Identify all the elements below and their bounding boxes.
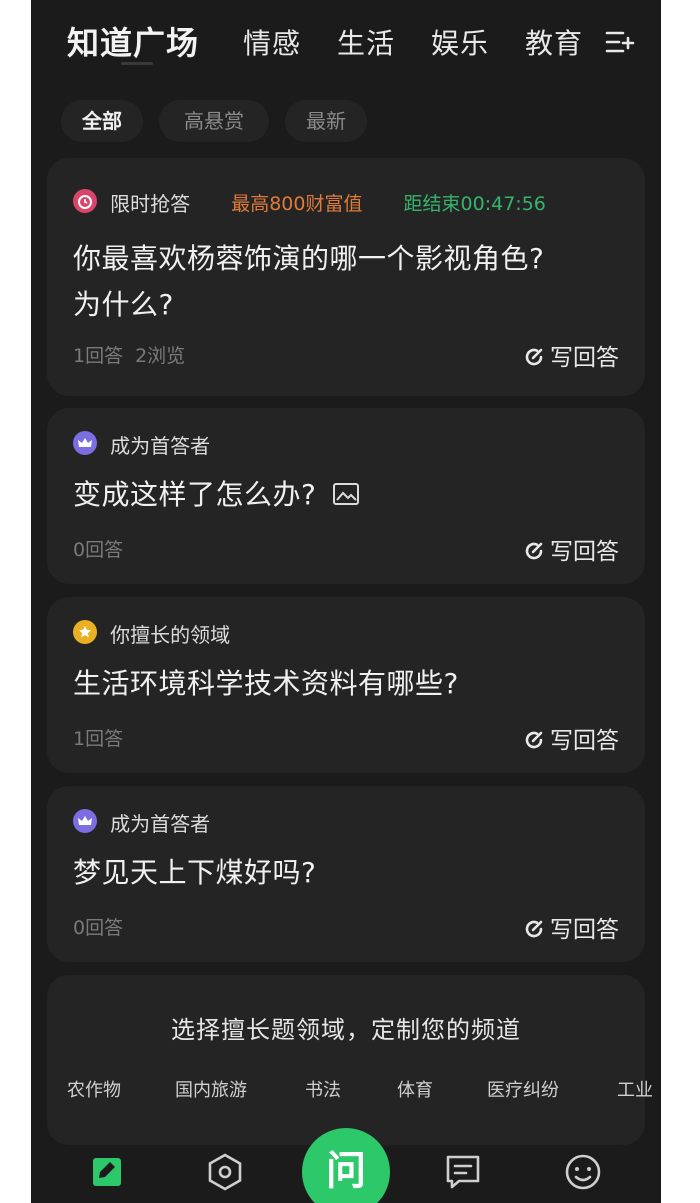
nav-profile-icon[interactable] — [561, 1150, 605, 1194]
write-answer-label: 写回答 — [550, 728, 619, 754]
tab-education[interactable]: 教育 — [525, 22, 583, 62]
write-answer-label: 写回答 — [550, 539, 619, 565]
filter-all[interactable]: 全部 — [61, 100, 143, 142]
domain-chip[interactable]: 农作物 — [67, 1076, 121, 1102]
view-count: 2浏览 — [135, 345, 186, 367]
star-icon — [73, 619, 97, 644]
tab-zhidao-square[interactable]: 知道广场 — [67, 18, 199, 64]
question-tag-row: 成为首答者 — [73, 808, 210, 838]
question-title-text: 变成这样了怎么办? — [73, 478, 317, 511]
edit-icon — [525, 731, 543, 748]
domain-chip[interactable]: 书法 — [305, 1076, 341, 1102]
question-card[interactable]: 成为首答者 变成这样了怎么办? 0回答 写回答 — [47, 408, 645, 584]
question-card[interactable]: 你擅长的领域 生活环境科学技术资料有哪些? 1回答 写回答 — [47, 597, 645, 773]
question-meta: 1回答 2浏览 — [73, 341, 185, 368]
domain-select-card: 选择擅长题领域，定制您的频道 农作物 国内旅游 书法 体育 医疗纠纷 工业 — [47, 975, 653, 1145]
question-meta: 0回答 — [73, 913, 123, 940]
crown-icon — [73, 808, 97, 833]
edit-icon — [525, 542, 543, 559]
countdown-label: 距结束00:47:56 — [403, 193, 546, 215]
write-answer-label: 写回答 — [550, 917, 619, 943]
question-meta: 0回答 — [73, 535, 123, 562]
answer-count: 1回答 — [73, 728, 124, 750]
nav-messages-icon[interactable] — [441, 1150, 485, 1194]
filter-latest[interactable]: 最新 — [285, 100, 367, 142]
write-answer-button[interactable]: 写回答 — [522, 338, 619, 372]
tab-entertainment[interactable]: 娱乐 — [431, 22, 489, 62]
question-tag: 成为首答者 — [110, 434, 211, 458]
write-answer-label: 写回答 — [550, 345, 619, 371]
answer-count: 0回答 — [73, 917, 124, 939]
domain-chip[interactable]: 工业 — [617, 1076, 653, 1102]
question-tag: 限时抢答 — [110, 192, 191, 216]
write-answer-button[interactable]: 写回答 — [522, 910, 619, 944]
question-title-line: 你最喜欢杨蓉饰演的哪一个影视角色? — [73, 242, 545, 275]
domain-prompt: 选择擅长题领域，定制您的频道 — [171, 1016, 521, 1044]
question-tag: 你擅长的领域 — [110, 623, 231, 647]
write-answer-button[interactable]: 写回答 — [522, 532, 619, 566]
active-tab-indicator — [121, 62, 153, 65]
question-card[interactable]: 限时抢答 最高800财富值 距结束00:47:56 你最喜欢杨蓉饰演的哪一个影视… — [47, 158, 645, 396]
edit-icon — [525, 348, 543, 365]
reward-label: 最高800财富值 — [231, 193, 363, 215]
question-card[interactable]: 成为首答者 梦见天上下煤好吗? 0回答 写回答 — [47, 786, 645, 962]
domain-chip[interactable]: 国内旅游 — [175, 1076, 247, 1102]
tab-emotion[interactable]: 情感 — [243, 22, 301, 62]
answer-count: 0回答 — [73, 539, 124, 561]
question-meta: 1回答 — [73, 724, 123, 751]
domain-chip[interactable]: 医疗纠纷 — [487, 1076, 559, 1102]
question-tag: 成为首答者 — [110, 812, 211, 836]
question-title[interactable]: 变成这样了怎么办? — [73, 472, 613, 518]
write-answer-button[interactable]: 写回答 — [522, 721, 619, 755]
question-tag-row: 限时抢答 最高800财富值 距结束00:47:56 — [73, 188, 546, 218]
edit-icon — [525, 920, 543, 937]
nav-discover-icon[interactable] — [203, 1150, 247, 1194]
channel-menu-icon[interactable] — [605, 30, 635, 54]
domain-chip[interactable]: 体育 — [397, 1076, 433, 1102]
question-title[interactable]: 你最喜欢杨蓉饰演的哪一个影视角色? 为什么? — [73, 236, 613, 328]
question-title-line: 为什么? — [73, 288, 174, 321]
question-tag-row: 你擅长的领域 — [73, 619, 230, 649]
app-screen: 知道广场 情感 生活 娱乐 教育 全部 高悬赏 最新 限时抢答 最高800财富值… — [31, 0, 661, 1203]
question-title[interactable]: 生活环境科学技术资料有哪些? — [73, 661, 613, 707]
tab-life[interactable]: 生活 — [337, 22, 395, 62]
timer-icon — [73, 188, 97, 213]
image-icon — [332, 483, 359, 505]
crown-icon — [73, 430, 97, 455]
nav-home-icon[interactable] — [85, 1150, 129, 1194]
question-title[interactable]: 梦见天上下煤好吗? — [73, 850, 613, 896]
question-tag-row: 成为首答者 — [73, 430, 210, 460]
category-tabs: 知道广场 情感 生活 娱乐 教育 — [31, 0, 661, 82]
filter-high-reward[interactable]: 高悬赏 — [159, 100, 269, 142]
answer-count: 1回答 — [73, 345, 124, 367]
